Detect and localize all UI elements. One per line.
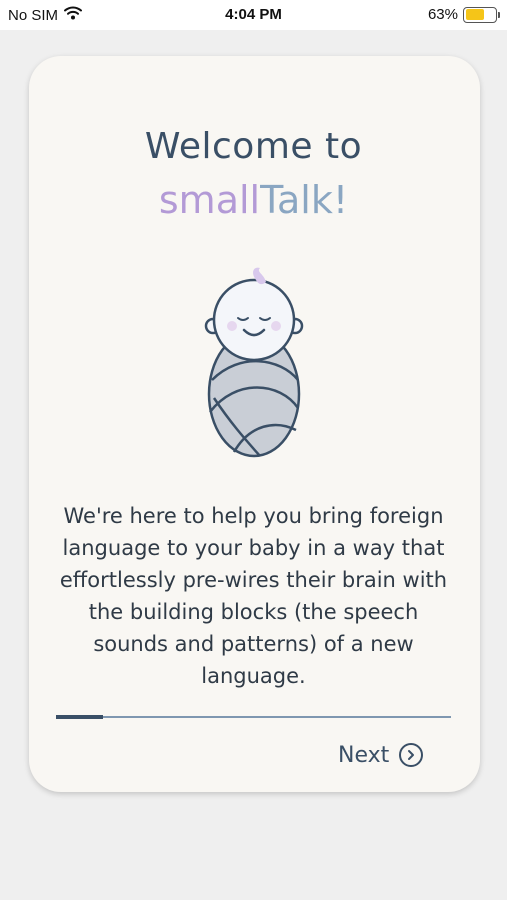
welcome-description: We're here to help you bring foreign lan… — [59, 504, 448, 688]
chevron-right-circle-icon — [399, 743, 424, 767]
next-button[interactable]: Next — [338, 738, 448, 772]
brand-title: smallTalk! — [0, 178, 507, 222]
baby-illustration — [204, 267, 304, 458]
battery-icon — [463, 6, 500, 23]
brand-talk: Talk! — [260, 178, 349, 222]
progress-fill — [56, 715, 104, 719]
brand-small: small — [158, 178, 261, 222]
next-label: Next — [338, 742, 390, 768]
battery-fill — [465, 9, 484, 20]
welcome-title: Welcome to — [144, 126, 363, 167]
battery-percent: 63% — [427, 6, 458, 23]
onboarding-progress — [56, 715, 451, 719]
status-right: 63% — [427, 6, 500, 23]
status-bar: No SIM 4:04 PM 63% — [0, 0, 507, 30]
